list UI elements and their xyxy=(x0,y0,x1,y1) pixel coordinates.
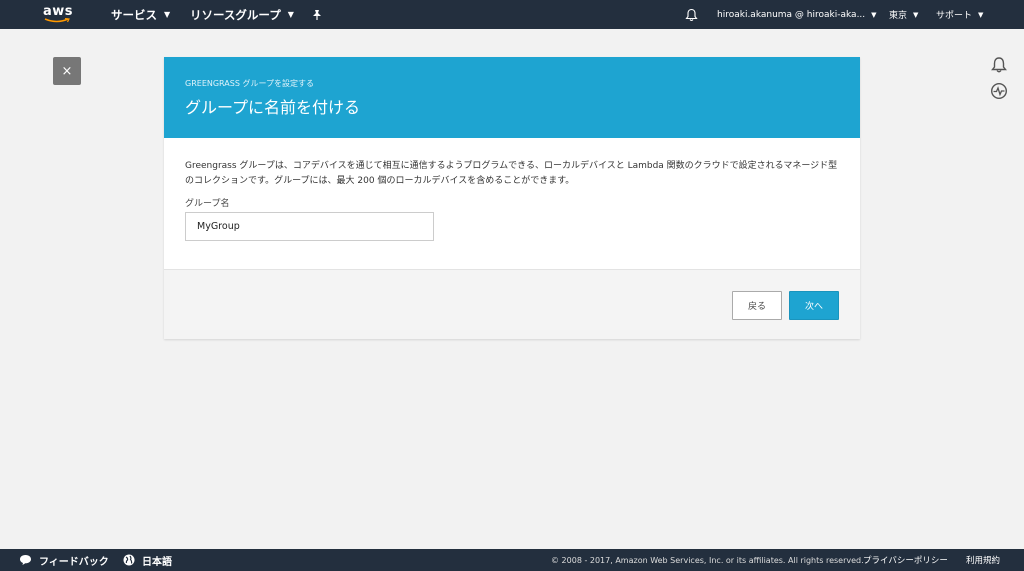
support-menu-label: サポート xyxy=(936,11,973,21)
close-icon: × xyxy=(61,63,73,79)
region-menu-label: 東京 xyxy=(889,11,908,21)
copyright-text: © 2008 - 2017, Amazon Web Services, Inc.… xyxy=(551,555,864,565)
card-header: GREENGRASS グループを設定する グループに名前を付ける xyxy=(164,57,860,138)
speech-bubble-icon xyxy=(20,555,31,565)
notifications-side-button[interactable] xyxy=(990,56,1008,74)
top-navigation-bar: aws サービス ▼ リソースグループ ▼ hiroaki.akanuma @ … xyxy=(0,0,1024,29)
chevron-down-icon: ▼ xyxy=(164,10,171,19)
feedback-label: フィードバック xyxy=(39,556,109,568)
bell-icon xyxy=(991,57,1007,73)
step-label: GREENGRASS グループを設定する xyxy=(185,79,314,88)
footer-bar: フィードバック 日本語 © 2008 - 2017, Amazon Web Se… xyxy=(0,549,1024,571)
terms-link[interactable]: 利用規約 xyxy=(966,549,1000,571)
pin-icon xyxy=(313,9,321,20)
activity-icon xyxy=(990,82,1008,100)
back-button[interactable]: 戻る xyxy=(732,291,782,320)
region-menu[interactable]: 東京 ▼ xyxy=(889,0,918,29)
services-menu[interactable]: サービス ▼ xyxy=(111,0,170,29)
language-selector[interactable]: 日本語 xyxy=(123,549,172,571)
language-label: 日本語 xyxy=(142,556,172,568)
aws-logo-text: aws xyxy=(43,4,74,19)
support-menu[interactable]: サポート ▼ xyxy=(936,0,983,29)
resource-groups-menu[interactable]: リソースグループ ▼ xyxy=(190,0,294,29)
card-footer: 戻る 次へ xyxy=(164,269,860,339)
account-menu-label: hiroaki.akanuma @ hiroaki-aka... xyxy=(717,9,866,20)
card-body: Greengrass グループは、コアデバイスを通じて相互に通信するようプログラ… xyxy=(164,138,860,269)
chevron-down-icon: ▼ xyxy=(287,10,294,19)
group-name-label: グループ名 xyxy=(185,199,230,209)
account-menu[interactable]: hiroaki.akanuma @ hiroaki-aka... ▼ xyxy=(717,0,877,29)
globe-icon xyxy=(123,554,135,566)
page-title: グループに名前を付ける xyxy=(185,98,361,117)
close-button[interactable]: × xyxy=(53,57,81,85)
group-name-card: GREENGRASS グループを設定する グループに名前を付ける Greengr… xyxy=(164,57,860,339)
group-name-input[interactable] xyxy=(185,212,434,241)
feedback-link[interactable]: フィードバック xyxy=(19,549,109,571)
next-button[interactable]: 次へ xyxy=(789,291,839,320)
services-menu-label: サービス xyxy=(111,7,157,22)
resource-groups-menu-label: リソースグループ xyxy=(190,7,281,22)
notifications-button[interactable] xyxy=(685,0,698,29)
privacy-policy-link[interactable]: プライバシーポリシー xyxy=(863,549,948,571)
bell-icon xyxy=(685,8,698,21)
pin-button[interactable] xyxy=(311,0,323,29)
chevron-down-icon: ▼ xyxy=(978,10,984,19)
chevron-down-icon: ▼ xyxy=(913,10,919,19)
aws-smile-icon xyxy=(44,18,70,23)
chevron-down-icon: ▼ xyxy=(871,10,877,19)
aws-logo[interactable]: aws xyxy=(42,3,74,25)
description-text: Greengrass グループは、コアデバイスを通じて相互に通信するようプログラ… xyxy=(185,161,838,186)
health-side-button[interactable] xyxy=(990,82,1008,100)
